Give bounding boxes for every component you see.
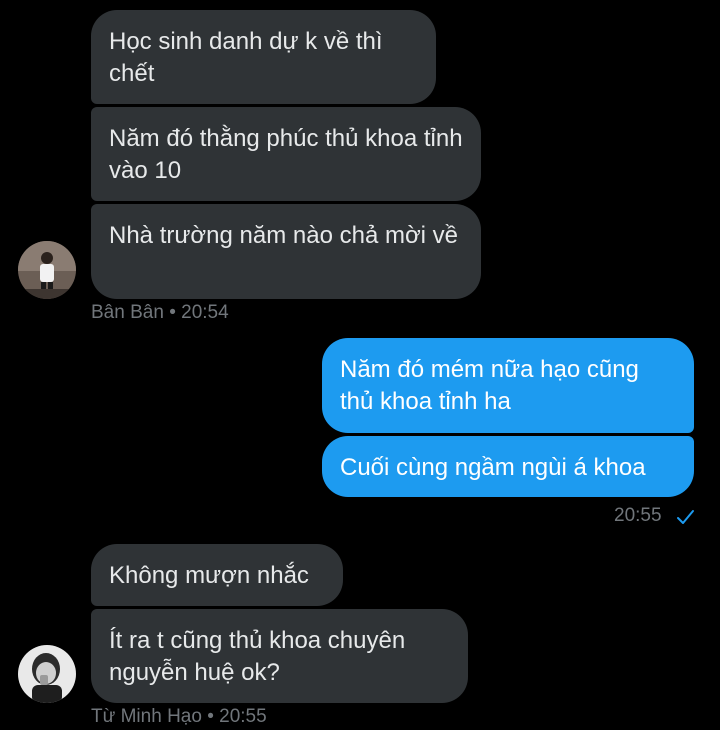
- message-text: Cuối cùng ngầm ngùi á khoa: [340, 454, 646, 481]
- message-bubble[interactable]: Năm đó mém nữa hạo cũng thủ khoa tỉnh ha: [322, 338, 694, 433]
- message-text: Ít ra t cũng thủ khoa chuyên nguyễn huệ …: [109, 627, 406, 686]
- message-bubble[interactable]: Học sinh danh dự k về thì chết: [91, 10, 436, 104]
- message-meta: 20:55: [614, 505, 662, 527]
- sender-name[interactable]: Từ Minh Hạo: [91, 706, 202, 727]
- message-bubble[interactable]: Nhà trường năm nào chả mời về: [91, 204, 481, 299]
- message-bubble[interactable]: Cuối cùng ngầm ngùi á khoa: [322, 436, 694, 497]
- person-avatar-icon: [18, 241, 76, 299]
- sender-name[interactable]: Bân Bân: [91, 302, 164, 323]
- message-text: Năm đó mém nữa hạo cũng thủ khoa tỉnh ha: [340, 356, 639, 415]
- message-meta: Từ Minh Hạo • 20:55: [91, 706, 267, 728]
- message-text: Năm đó thằng phúc thủ khoa tỉnh vào 10: [109, 125, 463, 184]
- separator: •: [207, 706, 214, 727]
- message-bubble[interactable]: Ít ra t cũng thủ khoa chuyên nguyễn huệ …: [91, 609, 468, 703]
- message-meta: Bân Bân • 20:54: [91, 302, 229, 324]
- avatar[interactable]: [18, 241, 76, 299]
- person-avatar-icon: [18, 645, 76, 703]
- message-text: Nhà trường năm nào chả mời về: [109, 222, 459, 249]
- avatar[interactable]: [18, 645, 76, 703]
- message-bubble[interactable]: Không mượn nhắc: [91, 544, 343, 606]
- message-text: Không mượn nhắc: [109, 562, 309, 589]
- check-icon: [677, 510, 694, 524]
- timestamp: 20:55: [614, 505, 662, 526]
- timestamp: 20:54: [181, 302, 229, 323]
- message-text: Học sinh danh dự k về thì chết: [109, 28, 383, 87]
- separator: •: [169, 302, 176, 323]
- message-bubble[interactable]: Năm đó thằng phúc thủ khoa tỉnh vào 10: [91, 107, 481, 201]
- timestamp: 20:55: [219, 706, 267, 727]
